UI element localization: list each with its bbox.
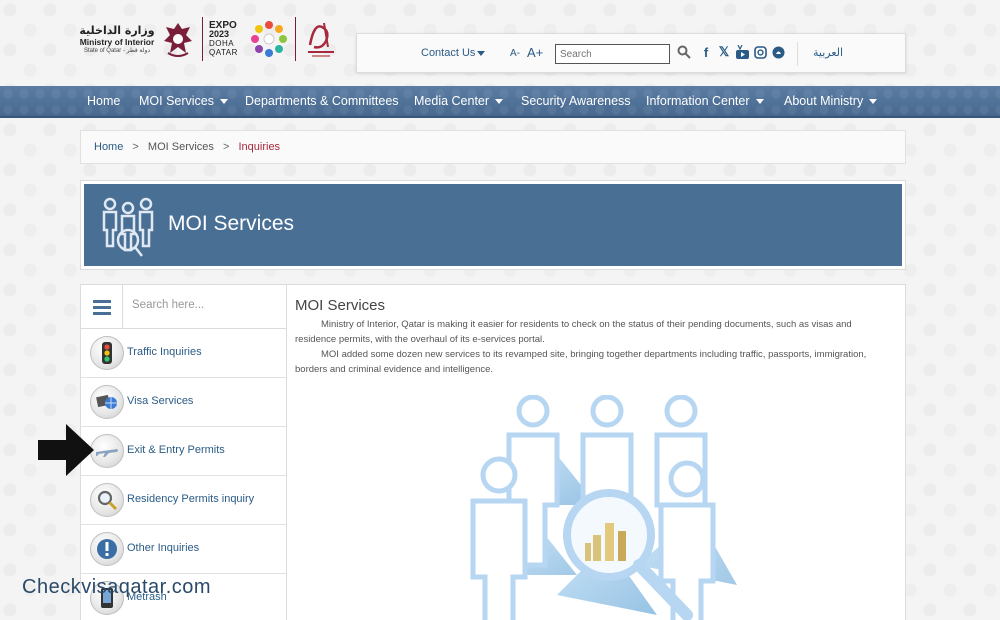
sidebar-item-residency-permits[interactable]: Residency Permits inquiry <box>81 476 286 525</box>
youtube-icon[interactable] <box>735 44 749 60</box>
hamburger-menu-icon[interactable] <box>81 285 123 329</box>
sidebar-item-label: Exit & Entry Permits <box>127 444 225 456</box>
page-banner: MOI Services <box>80 180 906 270</box>
moi-english-name: Ministry of Interior <box>79 37 155 47</box>
traffic-light-icon <box>90 336 124 370</box>
expo-line3: DOHA <box>209 39 235 48</box>
nav-security-awareness-label: Security Awareness <box>521 94 631 108</box>
banner-panel: MOI Services <box>84 184 902 266</box>
nav-moi-services[interactable]: MOI Services <box>139 94 229 108</box>
qatar-emblem-icon <box>164 23 192 57</box>
calligraphy-logo-icon <box>308 22 334 57</box>
language-switch-arabic[interactable]: العربية <box>813 46 843 59</box>
nav-information-center-label: Information Center <box>646 94 750 108</box>
breadcrumb-current: Inquiries <box>238 141 281 153</box>
nav-information-center[interactable]: Information Center <box>646 94 764 108</box>
social-links: f 𝕏 <box>699 44 785 60</box>
expo-line4: QATAR <box>209 48 238 57</box>
topbar-divider <box>797 42 798 66</box>
sidebar-item-exit-entry-permits[interactable]: Exit & Entry Permits <box>81 427 286 476</box>
logo-block[interactable]: وزارة الداخلية Ministry of Interior Stat… <box>78 14 348 64</box>
nav-media-center[interactable]: Media Center <box>414 94 504 108</box>
visa-globe-icon <box>90 385 124 419</box>
chevron-down-icon <box>755 99 764 105</box>
breadcrumb: Home > MOI Services > Inquiries <box>80 130 906 164</box>
chevron-down-icon <box>220 99 229 105</box>
nav-home[interactable]: Home <box>87 94 120 108</box>
font-decrease-button[interactable]: A- <box>510 48 520 59</box>
contact-us-dropdown[interactable]: Contact Us <box>421 47 486 59</box>
main-content: MOI Services Ministry of Interior, Qatar… <box>287 284 906 620</box>
nav-moi-services-label: MOI Services <box>139 94 215 108</box>
site-search-input[interactable] <box>555 44 670 64</box>
sidebar-item-label: Visa Services <box>127 395 194 407</box>
nav-home-label: Home <box>87 94 121 108</box>
services-sidebar: Search here... Traffic Inquiries Visa Se… <box>80 284 287 620</box>
nav-media-center-label: Media Center <box>414 94 490 108</box>
sidebar-search-input[interactable]: Search here... <box>132 299 204 311</box>
sidebar-item-other-inquiries[interactable]: Other Inquiries <box>81 525 286 574</box>
moi-state-name: State of Qatar - دولة قطر <box>83 48 151 54</box>
sidebar-item-label: Other Inquiries <box>127 542 200 554</box>
expo-logo: EXPO 2023 DOHA QATAR <box>209 21 247 58</box>
site-header: وزارة الداخلية Ministry of Interior Stat… <box>0 0 1000 86</box>
watermark-text: Checkvisaqatar.com <box>22 576 212 598</box>
main-navigation: Home MOI Services Departments & Committe… <box>0 86 1000 118</box>
snapchat-icon[interactable] <box>771 44 785 60</box>
content-title: MOI Services <box>295 297 386 314</box>
nav-departments-label: Departments & Committees <box>245 94 399 108</box>
moi-logo-text: وزارة الداخلية Ministry of Interior Stat… <box>78 24 156 54</box>
banner-title: MOI Services <box>168 212 295 235</box>
breadcrumb-home[interactable]: Home <box>94 141 123 153</box>
sidebar-search-bar: Search here... <box>81 285 286 329</box>
top-utility-bar: Contact Us A- A+ f 𝕏 العربية <box>356 33 906 73</box>
chevron-down-icon <box>869 99 878 105</box>
sidebar-item-visa-services[interactable]: Visa Services <box>81 378 286 427</box>
moi-arabic-name: وزارة الداخلية <box>79 24 155 37</box>
nav-departments[interactable]: Departments & Committees <box>245 94 399 108</box>
nav-about-ministry-label: About Ministry <box>784 94 864 108</box>
people-group-icon <box>102 197 154 257</box>
nav-about-ministry[interactable]: About Ministry <box>784 94 878 108</box>
sidebar-item-label: Traffic Inquiries <box>127 346 202 358</box>
chevron-down-icon <box>477 50 486 56</box>
sidebar-item-traffic-inquiries[interactable]: Traffic Inquiries <box>81 329 286 378</box>
logo-divider-2 <box>295 17 296 61</box>
content-paragraph: MOI added some dozen new services to its… <box>295 349 867 375</box>
x-icon[interactable]: 𝕏 <box>717 44 731 60</box>
nav-security-awareness[interactable]: Security Awareness <box>521 94 631 108</box>
expo-flower-icon <box>251 21 287 57</box>
breadcrumb-separator: > <box>132 141 139 153</box>
logo-divider <box>202 17 203 61</box>
facebook-icon[interactable]: f <box>699 44 713 60</box>
breadcrumb-moi-services[interactable]: MOI Services <box>148 141 214 153</box>
magnifier-icon <box>90 483 124 517</box>
instagram-icon[interactable] <box>753 44 767 60</box>
expo-line2: 2023 <box>209 29 230 39</box>
breadcrumb-separator: > <box>222 141 230 153</box>
pointer-arrow-icon <box>38 424 94 476</box>
contact-us-label: Contact Us <box>421 47 476 59</box>
content-paragraph: Ministry of Interior, Qatar is making it… <box>295 319 852 345</box>
exclamation-icon <box>90 532 124 566</box>
sidebar-item-label: Residency Permits inquiry <box>127 493 255 505</box>
people-search-illustration <box>470 395 737 620</box>
search-icon[interactable] <box>677 45 691 59</box>
font-increase-button[interactable]: A+ <box>527 45 543 60</box>
chevron-down-icon <box>495 99 504 105</box>
airplane-icon <box>90 434 124 468</box>
